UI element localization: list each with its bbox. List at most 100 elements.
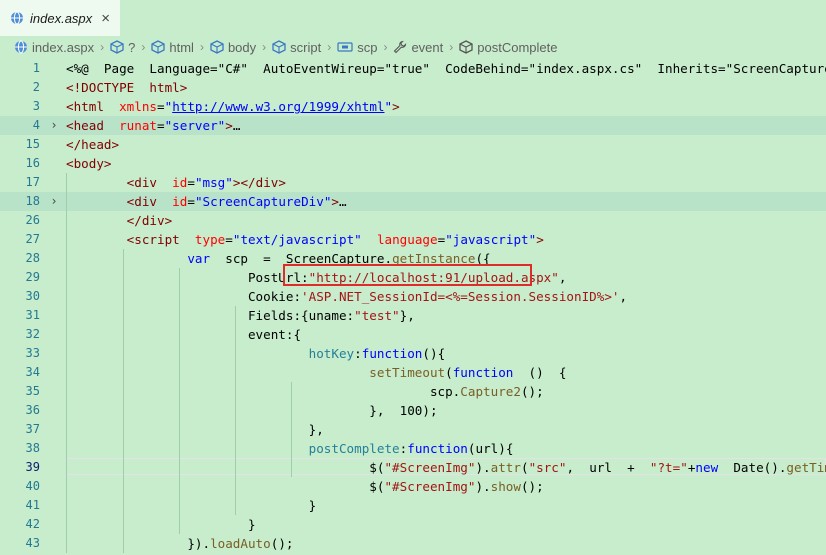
code-token: 'ASP.NET_SessionId=<%=Session.SessionID%…: [301, 289, 620, 304]
code-token: , url +: [566, 460, 650, 475]
code-text: },: [66, 420, 324, 439]
code-token: xmlns: [119, 99, 157, 114]
breadcrumb-label: event: [411, 39, 444, 55]
code-token: ></div>: [232, 175, 286, 190]
highlight-annotation-box: [283, 264, 532, 286]
breadcrumb: index.aspx › ? › html › body › script › …: [0, 36, 826, 58]
fold-chevron-icon[interactable]: ›: [48, 192, 60, 211]
chevron-right-icon: ›: [449, 40, 454, 54]
element-icon: [210, 40, 224, 54]
close-icon[interactable]: ×: [101, 10, 110, 27]
code-token: loadAuto: [210, 536, 271, 551]
indent-guide: [66, 173, 67, 553]
code-text: </div>: [66, 211, 173, 230]
code-token: <!DOCTYPE html>: [66, 80, 188, 95]
line-number: 16: [25, 156, 40, 170]
indent-guide: [235, 306, 236, 515]
breadcrumb-item-event[interactable]: event: [393, 40, 443, 55]
code-token: (: [445, 365, 453, 380]
code-token: </div>: [126, 213, 173, 228]
chevron-right-icon: ›: [262, 40, 267, 54]
code-token: (: [520, 460, 529, 475]
code-line[interactable]: 17 <div id="msg"></div>: [0, 173, 826, 192]
code-token: },: [66, 422, 324, 437]
code-token: <script: [126, 232, 195, 247]
line-number: 28: [25, 251, 40, 265]
code-line[interactable]: 3 <html xmlns= "http://www.w3.org/1999/xht…: [0, 97, 826, 116]
code-token: new: [695, 460, 719, 475]
breadcrumb-item-body[interactable]: body: [210, 40, 256, 55]
line-number: 30: [25, 289, 40, 303]
code-token: ).: [475, 479, 491, 494]
code-token: =: [187, 175, 195, 190]
code-text: Cookie:'ASP.NET_SessionId=<%=Session.Ses…: [66, 287, 627, 306]
breadcrumb-item-script[interactable]: script: [272, 40, 321, 55]
code-token: "ScreenCaptureDiv": [194, 194, 332, 209]
code-text: <div id="msg"></div>: [66, 173, 286, 192]
code-text: }: [66, 496, 317, 515]
code-token: "#ScreenImg": [384, 479, 476, 494]
code-token: =: [187, 194, 195, 209]
fold-chevron-icon[interactable]: ›: [48, 116, 60, 135]
tab-index-aspx[interactable]: index.aspx ×: [0, 0, 120, 36]
code-line[interactable]: 1 <%@ Page Language="C#" AutoEventWireup=…: [0, 59, 826, 78]
indent-guide: [123, 249, 124, 553]
breadcrumb-label: ?: [128, 39, 136, 55]
code-line[interactable]: 4 › <head runat="server">…: [0, 116, 826, 135]
code-token: "server": [164, 118, 226, 133]
code-line[interactable]: 18 › <div id="ScreenCaptureDiv">…: [0, 192, 826, 211]
code-token: PostUrl:: [66, 270, 309, 285]
breadcrumb-item-file[interactable]: index.aspx: [14, 40, 94, 55]
code-token: postComplete: [308, 441, 400, 456]
code-token: attr: [490, 460, 521, 475]
code-line[interactable]: 15 </head>: [0, 135, 826, 154]
code-text: </head>: [66, 135, 119, 154]
wrench-icon: [394, 40, 407, 54]
code-line[interactable]: 27 <script type="text/javascript" langua…: [0, 230, 826, 249]
breadcrumb-item-html[interactable]: html: [151, 40, 194, 55]
code-token: id: [172, 175, 188, 190]
chevron-right-icon: ›: [327, 40, 332, 54]
code-editor[interactable]: 1 <%@ Page Language="C#" AutoEventWireup=…: [0, 58, 826, 555]
code-line[interactable]: 2 <!DOCTYPE html>: [0, 78, 826, 97]
code-line[interactable]: 26 </div>: [0, 211, 826, 230]
code-token: id: [172, 194, 188, 209]
line-number: 2: [32, 80, 40, 94]
code-token: ();: [520, 479, 544, 494]
line-number: 3: [32, 99, 40, 113]
code-token: =: [157, 118, 165, 133]
code-text: scp.Capture2();: [66, 382, 544, 401]
element-icon: [151, 40, 166, 54]
code-token: }, 100);: [66, 403, 438, 418]
code-token: }).: [66, 536, 211, 551]
code-token: type: [194, 232, 226, 247]
code-token: ();: [270, 536, 294, 551]
variable-icon: [337, 42, 353, 52]
line-number: 36: [25, 403, 40, 417]
breadcrumb-item-directive[interactable]: ?: [110, 40, 135, 55]
code-token: <div: [126, 175, 173, 190]
code-text: setTimeout(function () {: [66, 363, 566, 382]
line-number: 17: [25, 175, 40, 189]
code-line[interactable]: 16 <body>: [0, 154, 826, 173]
code-text: <div id="ScreenCaptureDiv">…: [66, 192, 347, 211]
breadcrumb-item-postcomplete[interactable]: postComplete: [459, 40, 557, 55]
code-token: "msg": [194, 175, 233, 190]
code-token: </head>: [66, 137, 120, 152]
breadcrumb-label: postComplete: [477, 39, 558, 55]
code-token: <head: [66, 118, 120, 133]
breadcrumb-item-scp[interactable]: scp: [337, 40, 377, 55]
editor-tab-bar: index.aspx ×: [0, 0, 826, 36]
line-number: 43: [25, 536, 40, 550]
globe-icon: [11, 11, 23, 25]
code-token: =: [225, 232, 233, 247]
line-number: 34: [25, 365, 40, 379]
line-number: 35: [25, 384, 40, 398]
code-text: postComplete:function(url){: [66, 439, 514, 458]
code-token: $(: [66, 460, 385, 475]
code-token: hotKey: [308, 346, 355, 361]
